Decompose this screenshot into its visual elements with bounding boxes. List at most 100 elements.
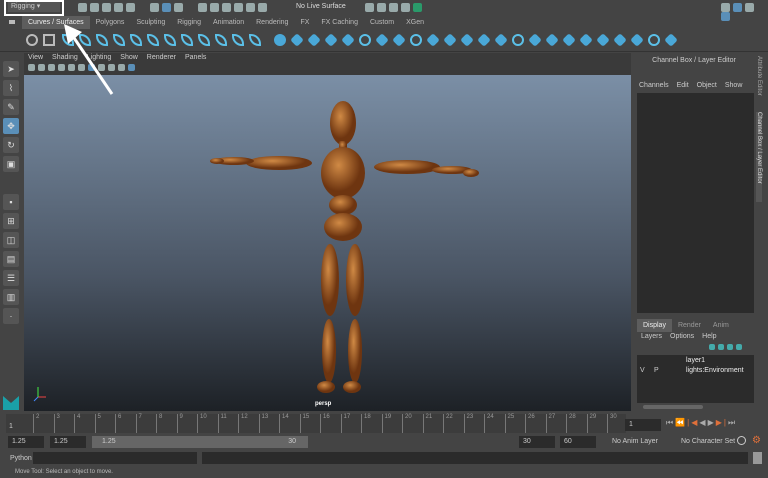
new-scene-icon[interactable] (78, 3, 87, 12)
square-icon[interactable] (43, 34, 55, 46)
redo-icon[interactable] (126, 3, 135, 12)
rotate-tool-icon[interactable]: ↻ (3, 137, 19, 153)
snap-point-icon[interactable] (221, 3, 231, 12)
new-layer-icon[interactable] (709, 344, 715, 351)
live-surface-field[interactable]: No Live Surface (296, 3, 346, 10)
time-slider[interactable]: 1 2 3 4 5 6 7 8 9 10 11 12 13 14 15 16 17 18 19 20 21 22 23 24… (6, 414, 626, 433)
character-set-dropdown[interactable]: No Character Set (681, 438, 735, 445)
snap-grid-icon[interactable] (197, 3, 207, 12)
menu-layers[interactable]: Layers (641, 333, 662, 340)
untrim-icon[interactable] (562, 33, 576, 47)
scale-tool-icon[interactable]: ▣ (3, 156, 19, 172)
side-by-side-icon[interactable]: ◫ (3, 232, 19, 248)
attribute-editor-icon[interactable] (733, 3, 742, 12)
open-close-icon[interactable] (613, 33, 627, 47)
circle-icon[interactable] (26, 34, 38, 46)
shelf-tab-custom[interactable]: Custom (364, 16, 400, 29)
anim-layer-dropdown[interactable]: No Anim Layer (612, 438, 658, 445)
render-view-icon[interactable] (413, 3, 422, 12)
current-frame-field[interactable]: 1 (625, 419, 661, 431)
viewport-menu-panels[interactable]: Panels (185, 54, 206, 61)
new-layer-selected-icon[interactable] (718, 344, 724, 351)
playback-start-field[interactable]: 1.25 (50, 436, 86, 448)
snap-curve-icon[interactable] (209, 3, 219, 12)
start-time-field[interactable]: 1.25 (8, 436, 44, 448)
viewport-menu-renderer[interactable]: Renderer (147, 54, 176, 61)
rebuild-surface-icon[interactable] (630, 33, 644, 47)
project-curve-icon[interactable] (511, 34, 524, 46)
command-input[interactable] (33, 452, 197, 464)
layout-icon[interactable]: ▥ (3, 289, 19, 305)
outliner-icon[interactable]: ☰ (3, 270, 19, 286)
shelf-tab-animation[interactable]: Animation (207, 16, 250, 29)
render-icon[interactable] (365, 3, 374, 12)
stitch-icon[interactable] (664, 33, 678, 47)
playback-toggle[interactable] (654, 357, 680, 367)
channel-box-icon[interactable] (721, 12, 730, 21)
birail-icon[interactable] (443, 33, 457, 47)
menu-object[interactable]: Object (697, 82, 717, 89)
play-forward-icon[interactable]: ▶ (708, 418, 716, 427)
menu-help[interactable]: Help (702, 333, 716, 340)
visibility-toggle[interactable]: V (640, 367, 648, 377)
tab-channel-box-layer-editor[interactable]: Channel Box / Layer Editor (756, 112, 762, 202)
tool-settings-icon[interactable] (745, 3, 754, 12)
shelf-tab-fx-caching[interactable]: FX Caching (315, 16, 364, 29)
playback-toggle[interactable]: P (654, 367, 680, 377)
channel-list[interactable] (637, 93, 754, 313)
move-tool-icon[interactable]: ✥ (3, 118, 19, 134)
paint-select-icon[interactable]: ✎ (3, 99, 19, 115)
end-time-field[interactable]: 30 (519, 436, 555, 448)
wireframe-icon[interactable] (38, 64, 45, 71)
tab-display[interactable]: Display (637, 319, 672, 332)
menu-options[interactable]: Options (670, 333, 694, 340)
lasso-tool-icon[interactable]: ⌇ (3, 80, 19, 96)
nurbs-cylinder-icon[interactable] (307, 33, 321, 47)
nurbs-cube-icon[interactable] (290, 33, 304, 47)
layer-row[interactable]: V Plights:Environment (640, 367, 751, 377)
shelf-tab-xgen[interactable]: XGen (400, 16, 430, 29)
shelf-menu-icon[interactable] (9, 20, 15, 24)
loft-icon[interactable] (392, 33, 406, 47)
bezier-icon[interactable] (129, 34, 142, 46)
viewport-menu-view[interactable]: View (28, 54, 43, 61)
layer-row[interactable]: layer1 (640, 357, 751, 367)
offset-curve-icon[interactable] (214, 34, 227, 46)
nurbs-torus-icon[interactable] (358, 34, 371, 46)
revolve-icon[interactable] (375, 33, 389, 47)
aa-icon[interactable] (128, 64, 135, 71)
play-back-icon[interactable]: ◀ (699, 418, 707, 427)
undo-icon[interactable] (114, 3, 123, 12)
tab-render[interactable]: Render (672, 319, 707, 332)
go-to-end-icon[interactable]: ⏭ (728, 418, 737, 427)
modeling-toolkit-icon[interactable] (721, 3, 730, 12)
viewport-menu-show[interactable]: Show (120, 54, 138, 61)
intersect-icon[interactable] (528, 33, 542, 47)
render-settings-icon[interactable] (389, 3, 398, 12)
nurbs-plane-icon[interactable] (341, 33, 355, 47)
select-object-icon[interactable] (161, 3, 171, 12)
move-up-icon[interactable] (727, 344, 733, 351)
select-component-icon[interactable] (173, 3, 183, 12)
auto-key-icon[interactable] (737, 436, 746, 445)
planar-icon[interactable] (409, 34, 422, 46)
camera-icon[interactable] (28, 64, 35, 71)
go-to-start-icon[interactable]: ⏮ (666, 418, 675, 427)
rebuild-curve-icon[interactable] (231, 34, 244, 46)
hypershade-icon[interactable] (401, 3, 410, 12)
shelf-tab-fx[interactable]: FX (294, 16, 315, 29)
menu-channels[interactable]: Channels (639, 82, 669, 89)
detach-curves-icon[interactable] (163, 34, 176, 46)
step-back-icon[interactable]: ⏪ (675, 418, 687, 427)
wooden-mannequin[interactable] (24, 75, 631, 411)
trim-icon[interactable] (545, 33, 559, 47)
move-down-icon[interactable] (736, 344, 742, 351)
four-view-icon[interactable]: ⊞ (3, 213, 19, 229)
script-editor-icon[interactable] (753, 452, 762, 464)
tab-anim[interactable]: Anim (707, 319, 735, 332)
detach-surface-icon[interactable] (596, 33, 610, 47)
layer-scrollbar[interactable] (643, 405, 703, 409)
viewport-canvas[interactable]: persp (24, 75, 631, 411)
smooth-shade-icon[interactable] (48, 64, 55, 71)
command-language[interactable]: Python (10, 455, 32, 462)
